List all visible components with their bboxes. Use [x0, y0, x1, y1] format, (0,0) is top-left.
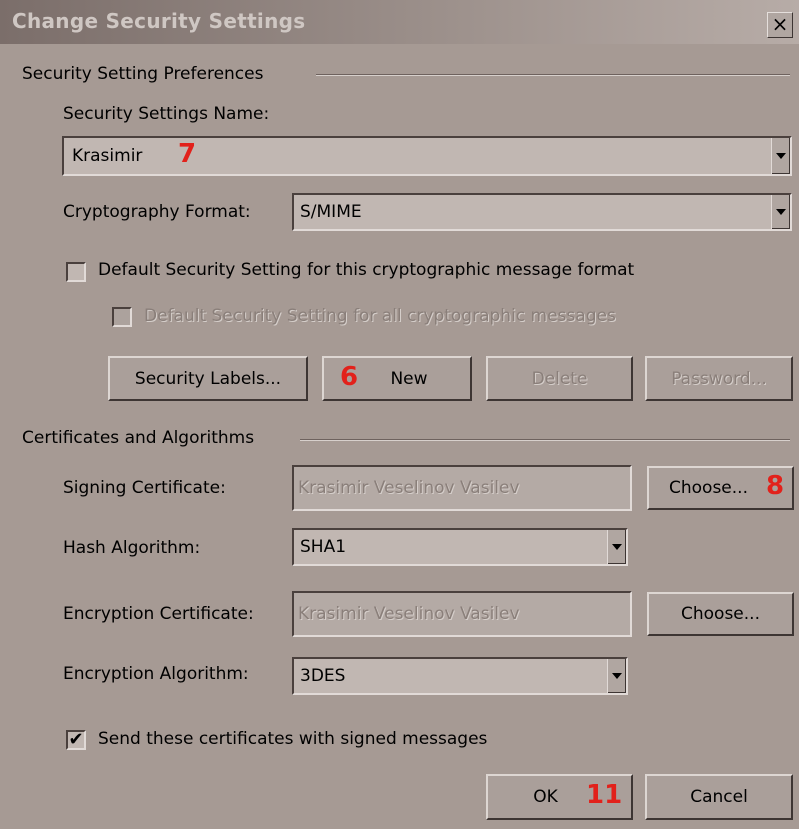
annotation-marker-7: 7: [178, 139, 197, 169]
default-format-label: Default Security Setting for this crypto…: [98, 260, 635, 280]
title-bar: Change Security Settings ×: [0, 0, 799, 44]
hash-alg-value: SHA1: [300, 537, 347, 557]
settings-name-value: Krasimir: [72, 146, 143, 166]
encryption-cert-value: Krasimir Veselinov Vasilev: [298, 604, 520, 624]
annotation-marker-11: 11: [586, 780, 623, 810]
encryption-alg-select[interactable]: 3DES: [292, 657, 628, 695]
dialog-title: Change Security Settings: [12, 9, 306, 33]
settings-name-label: Security Settings Name:: [63, 104, 270, 124]
encryption-alg-value: 3DES: [300, 666, 346, 686]
crypto-format-label: Cryptography Format:: [63, 202, 251, 222]
cancel-button[interactable]: Cancel: [645, 774, 793, 820]
encryption-cert-field: Krasimir Veselinov Vasilev: [292, 591, 632, 637]
send-certs-checkbox[interactable]: ✔: [66, 730, 86, 750]
chevron-down-icon: [776, 153, 786, 159]
preferences-group-label: Security Setting Preferences: [22, 64, 264, 84]
chevron-down-icon: [776, 209, 786, 215]
choose-encryption-button-label: Choose...: [681, 604, 760, 624]
signing-cert-value: Krasimir Veselinov Vasilev: [298, 478, 520, 498]
cancel-button-label: Cancel: [690, 787, 748, 807]
security-labels-button-label: Security Labels...: [134, 368, 282, 389]
certificates-group-divider: [300, 439, 790, 441]
close-icon: ×: [771, 12, 789, 36]
checkmark-icon: ✔: [68, 729, 84, 750]
settings-name-combobox[interactable]: Krasimir: [62, 136, 792, 176]
signing-cert-label: Signing Certificate:: [63, 478, 226, 498]
crypto-format-dropdown-button[interactable]: [771, 195, 790, 229]
preferences-group-divider: [316, 74, 790, 76]
security-labels-button[interactable]: Security Labels...: [108, 356, 308, 401]
signing-cert-field: Krasimir Veselinov Vasilev: [292, 465, 632, 511]
chevron-down-icon: [612, 544, 622, 550]
encryption-alg-dropdown-button[interactable]: [607, 659, 626, 693]
certificates-group-label: Certificates and Algorithms: [22, 428, 255, 448]
default-all-label: Default Security Setting for all cryptog…: [144, 306, 616, 326]
choose-encryption-button[interactable]: Choose...: [647, 592, 794, 636]
password-button-label: Password...: [671, 368, 767, 389]
encryption-alg-label: Encryption Algorithm:: [63, 664, 249, 684]
annotation-marker-6: 6: [340, 362, 359, 392]
send-certs-label: Send these certificates with signed mess…: [98, 729, 488, 749]
new-button-label: New: [390, 368, 428, 389]
password-button[interactable]: Password...: [645, 356, 793, 401]
chevron-down-icon: [612, 673, 622, 679]
hash-alg-label: Hash Algorithm:: [63, 538, 201, 558]
crypto-format-value: S/MIME: [300, 202, 362, 222]
crypto-format-select[interactable]: S/MIME: [292, 193, 792, 231]
default-all-checkbox[interactable]: [112, 307, 132, 327]
encryption-cert-label: Encryption Certificate:: [63, 604, 254, 624]
delete-button[interactable]: Delete: [486, 356, 633, 401]
annotation-marker-8: 8: [766, 471, 785, 501]
security-settings-dialog: Change Security Settings × Security Sett…: [0, 0, 799, 829]
default-format-checkbox[interactable]: [66, 262, 86, 282]
settings-name-dropdown-button[interactable]: [771, 138, 790, 174]
delete-button-label: Delete: [531, 368, 588, 389]
hash-alg-select[interactable]: SHA1: [292, 528, 628, 566]
close-button[interactable]: ×: [767, 12, 793, 38]
hash-alg-dropdown-button[interactable]: [607, 530, 626, 564]
